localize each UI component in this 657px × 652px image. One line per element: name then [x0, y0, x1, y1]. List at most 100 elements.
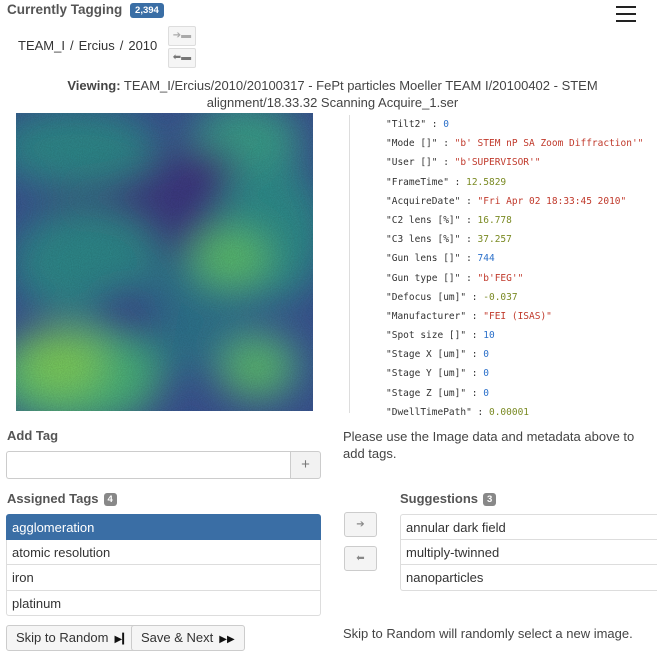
assigned-tag-item[interactable]: iron: [6, 565, 321, 591]
metadata-value: 0.00001: [488, 406, 530, 418]
hamburger-menu-icon[interactable]: [616, 6, 636, 22]
move-right-button[interactable]: ➔: [344, 512, 377, 537]
arrow-right-icon: ➔: [356, 519, 365, 530]
metadata-key: "FrameTime": [386, 176, 449, 188]
metadata-separator: :: [426, 119, 444, 130]
metadata-value: 16.778: [477, 214, 512, 226]
metadata-key: "Stage Y [um]": [386, 368, 467, 380]
suggestion-item[interactable]: nanoparticles: [400, 565, 657, 591]
back-folder-button[interactable]: ⬅▬: [168, 48, 196, 68]
assigned-tag-item[interactable]: platinum: [6, 590, 321, 616]
move-left-button[interactable]: ⬅: [344, 546, 377, 571]
metadata-separator: :: [437, 138, 455, 150]
fast-forward-icon: ▶▶: [219, 634, 235, 645]
breadcrumb: TEAM_I / Ercius / 2010: [18, 38, 157, 53]
metadata-value: 10: [483, 330, 495, 342]
metadata-key: "Gun type []": [386, 272, 461, 284]
metadata-row: "Spot size []" : 10: [386, 326, 657, 345]
metadata-key: "Stage X [um]": [386, 349, 467, 361]
metadata-key: "User []": [386, 157, 438, 169]
microscope-image-canvas: [16, 113, 313, 411]
tagging-count-badge: 2,394: [130, 3, 164, 18]
metadata-value: "b'FEG'": [477, 272, 524, 284]
metadata-key: "AcquireDate": [386, 195, 461, 207]
metadata-key: "Defocus [um]": [386, 291, 467, 303]
assigned-tags-heading: Assigned Tags 4: [7, 491, 117, 506]
metadata-key: "Stage Z [um]": [386, 387, 467, 399]
metadata-value: 744: [477, 253, 495, 265]
breadcrumb-separator: /: [119, 38, 124, 53]
metadata-row: "DwellTimePath" : 0.00001: [386, 403, 657, 422]
metadata-row: "C2 lens [%]" : 16.778: [386, 211, 657, 230]
metadata-row: "Stage X [um]" : 0: [386, 345, 657, 364]
viewing-path-text: TEAM_I/Ercius/2010/20100317 - FePt parti…: [123, 78, 598, 110]
metadata-separator: :: [460, 234, 478, 246]
add-tag-button[interactable]: +: [290, 451, 321, 479]
metadata-row: "Stage Y [um]" : 0: [386, 364, 657, 383]
metadata-separator: :: [460, 253, 478, 265]
metadata-value: 0: [483, 368, 489, 380]
suggestion-item[interactable]: annular dark field: [400, 514, 657, 540]
save-label: Save & Next: [141, 630, 214, 645]
forward-folder-button[interactable]: ➔▬: [168, 26, 196, 46]
breadcrumb-item[interactable]: 2010: [128, 38, 157, 53]
plus-icon: +: [301, 456, 310, 473]
metadata-value: 0: [443, 119, 449, 130]
add-tag-label: Add Tag: [7, 428, 59, 443]
help-text: Please use the Image data and metadata a…: [343, 429, 635, 461]
viewing-label: Viewing:: [67, 78, 121, 93]
metadata-row: "Manufacturer" : "FEI (ISAS)": [386, 307, 657, 326]
metadata-row: "FrameTime" : 12.5829: [386, 173, 657, 192]
metadata-key: "Tilt2": [386, 119, 427, 130]
metadata-row: "Gun type []" : "b'FEG'": [386, 269, 657, 288]
metadata-row: "Gun lens []" : 744: [386, 249, 657, 268]
header-title-row: Currently Tagging 2,394: [7, 2, 164, 18]
suggestions-list: annular dark field multiply-twinned nano…: [400, 514, 657, 591]
suggestions-count-badge: 3: [483, 493, 497, 506]
assigned-tag-item[interactable]: atomic resolution: [6, 539, 321, 565]
metadata-separator: :: [466, 387, 484, 399]
metadata-separator: :: [466, 349, 484, 361]
metadata-row: "AcquireDate" : "Fri Apr 02 18:33:45 201…: [386, 192, 657, 211]
assigned-count-badge: 4: [103, 493, 117, 506]
metadata-separator: :: [460, 214, 478, 226]
metadata-value: 37.257: [477, 234, 512, 246]
metadata-row: "Tilt2" : 0: [386, 115, 657, 134]
skip-note: Skip to Random will randomly select a ne…: [343, 626, 633, 641]
metadata-value: "Fri Apr 02 18:33:45 2010": [477, 195, 627, 207]
metadata-separator: :: [460, 195, 478, 207]
page-title: Currently Tagging: [7, 2, 123, 17]
assigned-tag-item[interactable]: agglomeration: [6, 514, 321, 540]
metadata-row: "Stage Z [um]" : 0: [386, 384, 657, 403]
metadata-value: -0.037: [483, 291, 518, 303]
skip-to-random-button[interactable]: Skip to Random ▶▎: [6, 625, 140, 651]
metadata-panel: "Tilt2" : 0 "Mode []" : "b' STEM nP SA Zo…: [349, 115, 657, 418]
metadata-value: "b'SUPERVISOR'": [454, 157, 541, 169]
metadata-separator: :: [466, 291, 484, 303]
metadata-key: "C3 lens [%]": [386, 234, 461, 246]
arrow-right-folder-icon: ➔▬: [172, 30, 192, 41]
add-tag-input[interactable]: [6, 451, 290, 479]
save-next-button[interactable]: Save & Next ▶▶: [131, 625, 245, 651]
metadata-key: "Mode []": [386, 138, 438, 150]
metadata-key: "DwellTimePath": [386, 406, 472, 418]
viewing-path: Viewing: TEAM_I/Ercius/2010/20100317 - F…: [20, 77, 645, 111]
breadcrumb-item[interactable]: Ercius: [79, 38, 115, 53]
metadata-separator: :: [466, 368, 484, 380]
metadata-row: "C3 lens [%]" : 37.257: [386, 230, 657, 249]
metadata-separator: :: [471, 406, 489, 418]
metadata-value: 0: [483, 349, 489, 361]
metadata-key: "Gun lens []": [386, 253, 461, 265]
skip-end-icon: ▶▎: [114, 634, 130, 645]
arrow-left-icon: ⬅: [356, 553, 365, 564]
breadcrumb-separator: /: [69, 38, 74, 53]
metadata-row: "User []" : "b'SUPERVISOR'": [386, 153, 657, 172]
skip-label: Skip to Random: [16, 630, 109, 645]
metadata-separator: :: [437, 157, 455, 169]
metadata-separator: :: [460, 272, 478, 284]
suggestion-item[interactable]: multiply-twinned: [400, 539, 657, 565]
breadcrumb-item[interactable]: TEAM_I: [18, 38, 65, 53]
metadata-key: "Manufacturer": [386, 310, 467, 322]
metadata-value: "b' STEM nP SA Zoom Diffraction'": [454, 138, 644, 150]
metadata-value: 12.5829: [466, 176, 507, 188]
